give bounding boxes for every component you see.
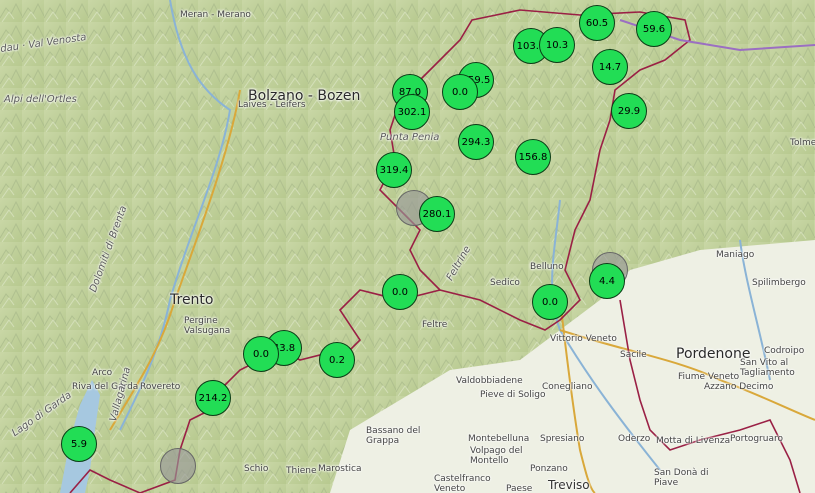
place-label-sandona: San Donà di Piave (654, 468, 709, 488)
place-label-puntapenia: Punta Penia (380, 132, 440, 143)
place-label-fiume: Fiume Veneto (678, 372, 740, 382)
place-label-sacile: Sacile (620, 350, 647, 360)
station-marker-m16[interactable]: 0.0 (382, 274, 418, 310)
place-label-portogruaro: Portogruaro (730, 434, 783, 444)
station-marker-m4[interactable]: 10.3 (539, 27, 575, 63)
station-marker-m1[interactable]: 60.5 (579, 5, 615, 41)
station-marker-m22[interactable]: 5.9 (61, 426, 97, 462)
inactive-station-marker[interactable] (160, 448, 196, 484)
place-label-volpago: Volpago del Montello (470, 446, 523, 466)
place-label-motta: Motta di Livenza (656, 436, 731, 446)
place-label-valdobbiadene: Valdobbiadene (456, 376, 523, 386)
place-label-arco: Arco (92, 368, 113, 378)
place-label-montebelluna: Montebelluna (468, 434, 530, 444)
place-label-spilimbergo: Spilimbergo (752, 278, 806, 288)
place-label-bassano: Bassano del Grappa (366, 426, 421, 446)
station-marker-m17[interactable]: 0.0 (532, 284, 568, 320)
place-label-codroipo: Codroipo (764, 346, 805, 356)
station-marker-m12[interactable]: 156.8 (515, 139, 551, 175)
station-marker-m10[interactable]: 29.9 (611, 93, 647, 129)
place-label-paese: Paese (506, 484, 533, 493)
place-label-merano: Meran - Merano (180, 10, 251, 20)
place-label-schio: Schio (244, 464, 269, 474)
station-marker-m7[interactable]: 0.0 (442, 74, 478, 110)
place-label-ortles: Alpi dell'Ortles (4, 94, 77, 105)
station-marker-m9[interactable]: 302.1 (394, 94, 430, 130)
place-label-belluno: Belluno (530, 262, 564, 272)
station-marker-m13[interactable]: 319.4 (376, 152, 412, 188)
place-label-sedico: Sedico (490, 278, 520, 288)
place-label-pergine: Pergine Valsugana (184, 316, 231, 336)
station-marker-m21[interactable]: 214.2 (195, 380, 231, 416)
place-label-castelfranco: Castelfranco Veneto (434, 474, 491, 493)
place-label-treviso: Treviso (548, 478, 590, 492)
station-marker-m20[interactable]: 0.2 (319, 342, 355, 378)
station-marker-m11[interactable]: 294.3 (458, 124, 494, 160)
place-label-spresiano: Spresiano (540, 434, 585, 444)
place-label-conegliano: Conegliano (542, 382, 593, 392)
place-label-thiene: Thiene (286, 466, 317, 476)
station-marker-m2[interactable]: 59.6 (636, 11, 672, 47)
station-marker-m5[interactable]: 14.7 (592, 49, 628, 85)
place-label-pieve: Pieve di Soligo (480, 390, 546, 400)
place-label-azzano: Azzano Decimo (704, 382, 774, 392)
place-label-ponzano: Ponzano (530, 464, 568, 474)
place-label-marostica: Marostica (318, 464, 362, 474)
place-label-trento: Trento (170, 292, 214, 308)
station-marker-m19[interactable]: 0.0 (243, 336, 279, 372)
place-label-tolmezzo: Tolmez (790, 138, 815, 148)
place-label-rovereto: Rovereto (140, 382, 181, 392)
place-label-oderzo: Oderzo (618, 434, 651, 444)
station-marker-m14[interactable]: 280.1 (419, 196, 455, 232)
station-marker-m15[interactable]: 4.4 (589, 263, 625, 299)
place-label-feltre: Feltre (422, 320, 448, 330)
place-label-maniago: Maniago (716, 250, 755, 260)
place-label-sanvito: San Vito al Tagliamento (740, 358, 795, 378)
map-view[interactable]: Meran - Merano Bolzano - Bozen Laives - Le… (0, 0, 815, 493)
place-label-vittorio: Vittorio Veneto (550, 334, 617, 344)
place-label-laives: Laives - Leifers (238, 100, 306, 110)
